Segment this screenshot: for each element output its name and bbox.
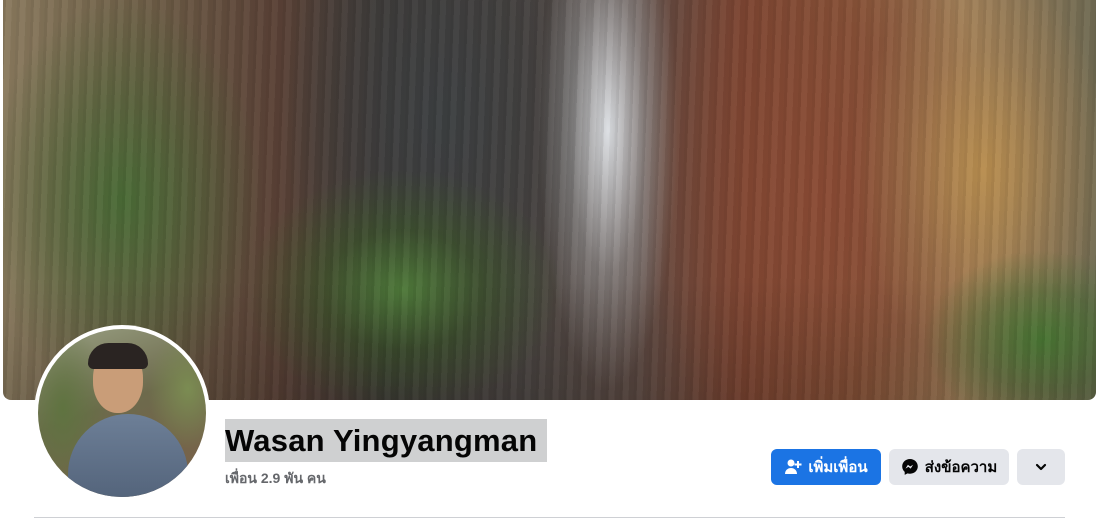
profile-avatar-image	[38, 329, 206, 497]
avatar-person-hair	[88, 343, 148, 369]
add-friend-label: เพิ่มเพื่อน	[808, 459, 868, 476]
friends-count[interactable]: เพื่อน 2.9 พัน คน	[225, 468, 326, 490]
add-friend-icon	[784, 458, 802, 476]
chevron-down-icon	[1032, 458, 1050, 476]
message-label: ส่งข้อความ	[924, 459, 998, 476]
profile-header-divider	[34, 517, 1065, 518]
profile-avatar[interactable]	[34, 325, 210, 501]
profile-name: Wasan Yingyangman	[225, 423, 538, 458]
message-button[interactable]: ส่งข้อความ	[889, 449, 1009, 485]
profile-name-highlight: Wasan Yingyangman	[225, 419, 548, 462]
avatar-person-body	[68, 414, 188, 497]
add-friend-button[interactable]: เพิ่มเพื่อน	[771, 449, 881, 485]
more-options-button[interactable]	[1017, 449, 1065, 485]
messenger-icon	[901, 458, 919, 476]
